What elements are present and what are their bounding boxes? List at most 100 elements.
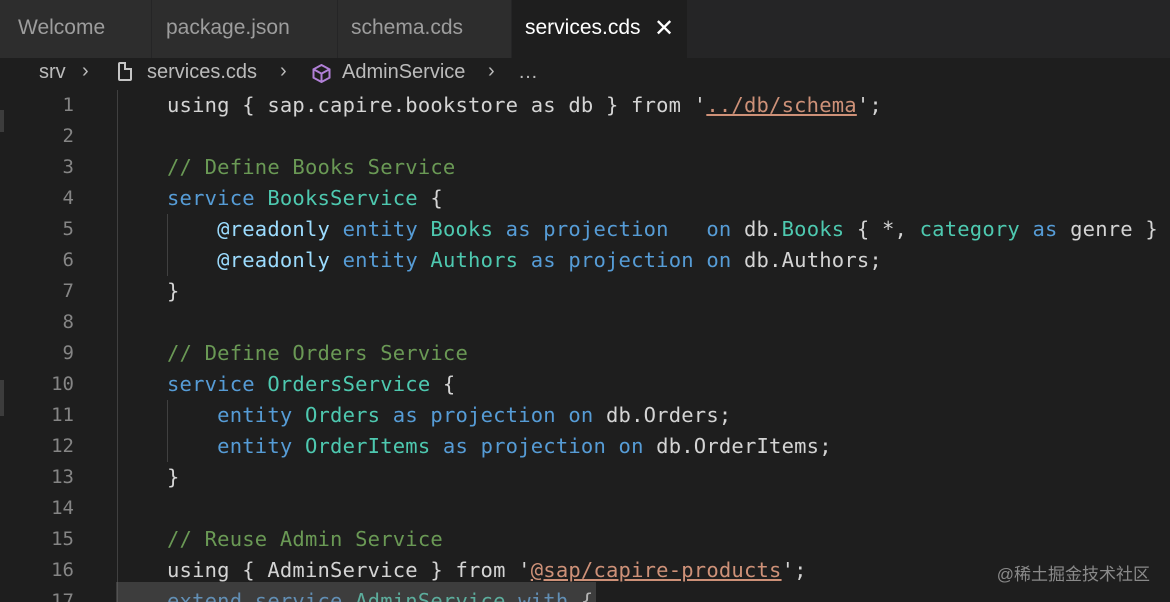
code-text: entity OrderItems as projection on db.Or… xyxy=(167,431,832,462)
code-editor[interactable]: 1 using { sap.capire.bookstore as db } fr… xyxy=(0,90,1170,602)
code-token: as xyxy=(1019,217,1071,241)
breadcrumb-item-srv[interactable]: srv xyxy=(39,61,66,84)
line-number: 4 xyxy=(62,187,74,209)
code-token: service xyxy=(167,372,268,396)
code-line[interactable]: 1 using { sap.capire.bookstore as db } fr… xyxy=(0,90,1170,121)
code-line[interactable]: 14 xyxy=(0,493,1170,524)
code-token: db.Orders; xyxy=(606,403,732,427)
code-text: } xyxy=(167,462,180,493)
code-text: // Define Books Service xyxy=(167,152,455,183)
code-line[interactable]: 4 service BooksService { xyxy=(0,183,1170,214)
code-token: { xyxy=(430,372,456,396)
tab-package-json[interactable]: package.json xyxy=(152,0,338,58)
line-number: 3 xyxy=(62,156,74,178)
breadcrumb: srv › services.cds › AdminService › … xyxy=(0,58,1170,90)
code-line[interactable]: 10 service OrdersService { xyxy=(0,369,1170,400)
code-token: as xyxy=(518,248,569,272)
code-token: db. xyxy=(744,217,782,241)
code-token: OrderItems xyxy=(304,434,431,458)
code-token: on xyxy=(618,434,657,458)
code-line[interactable]: 12 entity OrderItems as projection on db… xyxy=(0,431,1170,462)
code-token: } xyxy=(167,465,180,489)
code-line[interactable]: 9 // Define Orders Service xyxy=(0,338,1170,369)
code-token: db.Authors; xyxy=(743,248,882,272)
code-token: entity xyxy=(342,217,431,241)
code-token: Books xyxy=(430,217,494,241)
code-token: // Define Orders Service xyxy=(167,341,469,365)
breadcrumb-item-file[interactable]: services.cds xyxy=(147,61,257,84)
tab-label: services.cds xyxy=(525,16,641,39)
code-token: projection xyxy=(568,248,707,272)
code-token: using { AdminService } from ' xyxy=(167,558,531,582)
code-text: // Define Orders Service xyxy=(167,338,468,369)
code-token: @readonly xyxy=(217,217,331,241)
line-number: 1 xyxy=(62,94,74,116)
code-token: category xyxy=(919,217,1020,241)
line-number: 8 xyxy=(62,311,74,333)
code-token: projection xyxy=(543,217,669,241)
breadcrumb-item-more[interactable]: … xyxy=(518,61,538,84)
line-number: 12 xyxy=(51,435,74,457)
line-number: 7 xyxy=(62,280,74,302)
chevron-right-icon: › xyxy=(82,60,89,82)
code-line[interactable]: 6 @readonly entity Authors as projection… xyxy=(0,245,1170,276)
code-token: on xyxy=(706,248,744,272)
line-number: 14 xyxy=(51,497,74,519)
code-line[interactable]: 3 // Define Books Service xyxy=(0,152,1170,183)
code-token: OrdersService xyxy=(267,372,431,396)
code-text: service OrdersService { xyxy=(167,369,455,400)
code-token: using { sap.capire.bookstore as db } fro… xyxy=(167,93,707,117)
code-token: { xyxy=(417,186,443,210)
code-token: as xyxy=(493,217,544,241)
code-token: { *, xyxy=(844,217,920,241)
code-token: Authors xyxy=(430,248,519,272)
line-number: 5 xyxy=(62,218,74,240)
code-token: db.OrderItems; xyxy=(656,434,832,458)
file-icon xyxy=(118,62,132,81)
tab-services-cds[interactable]: services.cds ✕ xyxy=(512,0,688,58)
breadcrumb-item-symbol[interactable]: AdminService xyxy=(342,61,465,84)
code-text: @readonly entity Books as projection on … xyxy=(167,214,1158,245)
code-token: as xyxy=(430,434,481,458)
code-token: BooksService xyxy=(267,186,418,210)
code-token: // Define Books Service xyxy=(167,155,456,179)
tab-bar: Welcome package.json schema.cds services… xyxy=(0,0,1170,58)
line-number: 13 xyxy=(51,466,74,488)
code-text: service BooksService { xyxy=(167,183,443,214)
code-token: on xyxy=(706,217,744,241)
cube-icon xyxy=(312,64,331,83)
code-line[interactable]: 11 entity Orders as projection on db.Ord… xyxy=(0,400,1170,431)
line-number: 11 xyxy=(51,404,74,426)
code-token: // Reuse Admin Service xyxy=(167,527,443,551)
code-token: on xyxy=(568,403,607,427)
code-line[interactable]: 8 xyxy=(0,307,1170,338)
code-token: service xyxy=(167,186,268,210)
line-number: 2 xyxy=(62,125,74,147)
code-text: entity Orders as projection on db.Orders… xyxy=(167,400,731,431)
code-token: } xyxy=(167,279,180,303)
code-token: @readonly xyxy=(217,248,331,272)
horizontal-scrollbar[interactable] xyxy=(116,582,596,602)
code-token: '; xyxy=(781,558,807,582)
code-line[interactable]: 2 xyxy=(0,121,1170,152)
tab-schema-cds[interactable]: schema.cds xyxy=(338,0,512,58)
code-token: Orders xyxy=(304,403,381,427)
code-line[interactable]: 15 // Reuse Admin Service xyxy=(0,524,1170,555)
code-line[interactable]: 13} xyxy=(0,462,1170,493)
code-token: genre } xyxy=(1070,217,1158,241)
code-line[interactable]: 5 @readonly entity Books as projection o… xyxy=(0,214,1170,245)
line-number: 10 xyxy=(51,373,74,395)
code-text: // Reuse Admin Service xyxy=(167,524,443,555)
code-token: '; xyxy=(856,93,882,117)
code-token: Books xyxy=(781,217,845,241)
code-token: projection xyxy=(480,434,619,458)
code-token: entity xyxy=(342,248,431,272)
tab-welcome[interactable]: Welcome xyxy=(0,0,152,58)
close-icon[interactable]: ✕ xyxy=(654,17,674,41)
code-line[interactable]: 7} xyxy=(0,276,1170,307)
